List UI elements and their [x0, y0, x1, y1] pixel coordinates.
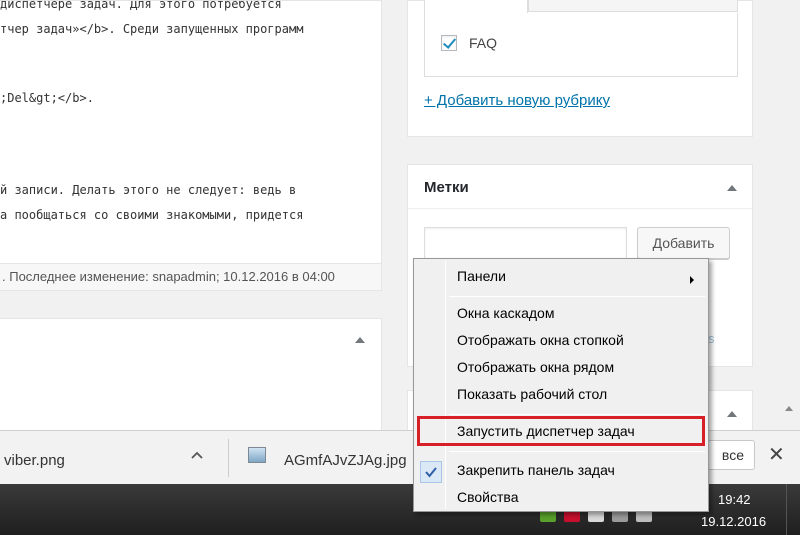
download-item-name[interactable]: viber.png: [4, 452, 65, 469]
menu-item-lock-taskbar[interactable]: Закрепить панель задач: [416, 459, 706, 481]
editor-status-bar: . Последнее изменение: snapadmin; 10.12.…: [0, 264, 382, 291]
collapse-toggle-icon[interactable]: [355, 337, 365, 343]
editor-line: тчер задач»</b>. Среди запущенных програ…: [0, 22, 304, 36]
tags-title: Метки: [424, 179, 469, 196]
menu-item-stack-windows[interactable]: Отображать окна стопкой: [416, 329, 706, 351]
editor-line: ;Del&gt;</b>.: [0, 91, 94, 105]
clock-date[interactable]: 19.12.2016: [701, 514, 766, 529]
menu-item-show-desktop[interactable]: Показать рабочий стол: [416, 383, 706, 405]
menu-item-label: Отображать окна стопкой: [457, 332, 624, 348]
faq-checkbox[interactable]: [441, 35, 457, 51]
clock-time[interactable]: 19:42: [718, 492, 751, 507]
editor-line: й записи. Делать этого не следует: ведь …: [0, 183, 297, 197]
add-tag-button[interactable]: Добавить: [637, 227, 730, 259]
menu-item-properties[interactable]: Свойства: [416, 486, 706, 508]
tags-header[interactable]: Метки: [408, 165, 752, 209]
menu-item-label: Закрепить панель задач: [457, 462, 615, 478]
image-file-icon: [248, 447, 266, 463]
post-editor-text-area[interactable]: диспетчере задач. Для этого потребуется …: [0, 0, 382, 264]
tags-input[interactable]: [424, 227, 627, 259]
add-new-category-link[interactable]: + Добавить новую рубрику: [424, 92, 610, 109]
menu-item-label: Свойства: [457, 489, 519, 505]
menu-separator: [449, 414, 705, 415]
categories-panel: FAQ + Добавить новую рубрику: [407, 0, 753, 137]
tab-popular-categories[interactable]: [528, 0, 738, 12]
divider: [228, 439, 229, 477]
editor-line: диспетчере задач. Для этого потребуется: [0, 0, 282, 11]
tab-all-categories[interactable]: [424, 0, 528, 13]
menu-item-toolbars[interactable]: Панели: [416, 265, 706, 287]
menu-item-cascade-windows[interactable]: Окна каскадом: [416, 302, 706, 324]
highlight-annotation: [417, 416, 705, 446]
collapse-toggle-icon[interactable]: [727, 185, 737, 191]
collapse-toggle-icon[interactable]: [727, 411, 737, 417]
show-all-downloads-button[interactable]: все: [705, 440, 755, 470]
menu-item-label: Показать рабочий стол: [457, 386, 608, 402]
taskbar-context-menu: Панели Окна каскадом Отображать окна сто…: [413, 258, 709, 512]
close-icon[interactable]: ✕: [768, 445, 785, 465]
menu-item-label: Отображать окна рядом: [457, 359, 615, 375]
menu-separator: [449, 296, 705, 297]
category-item-faq[interactable]: FAQ: [441, 35, 497, 51]
category-tabs: [424, 0, 738, 13]
scroll-up-arrow-icon[interactable]: [785, 406, 793, 411]
menu-item-side-by-side[interactable]: Отображать окна рядом: [416, 356, 706, 378]
submenu-arrow-icon: [690, 276, 694, 284]
chevron-up-icon[interactable]: [190, 449, 204, 463]
editor-line: а пообщаться со своими знакомыми, придет…: [0, 208, 304, 222]
category-list: FAQ: [424, 13, 738, 77]
menu-separator: [449, 451, 705, 452]
menu-item-label: Окна каскадом: [457, 305, 555, 321]
category-label: FAQ: [469, 35, 498, 51]
menu-item-label: Панели: [457, 268, 506, 284]
show-desktop-button[interactable]: [786, 484, 800, 535]
download-item-name[interactable]: AGmfAJvZJAg.jpg: [284, 452, 407, 469]
